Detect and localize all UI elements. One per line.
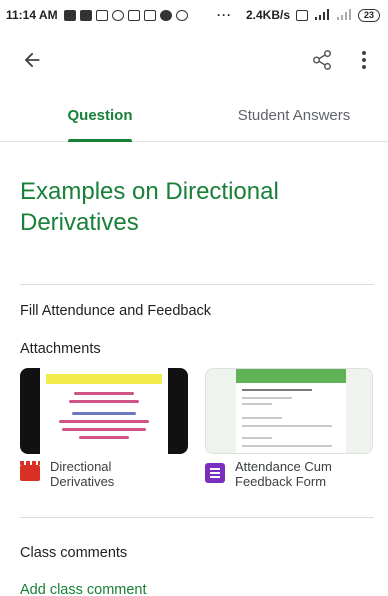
network-speed: 2.4KB/s (245, 8, 290, 22)
arrow-back-icon (24, 52, 40, 68)
question-description: Fill Attendunce and Feedback (20, 303, 212, 319)
share-icon (313, 50, 331, 70)
status-right: ··· 2.4KB/s 23 (217, 8, 380, 22)
add-class-comment-link[interactable]: Add class comment (20, 582, 147, 596)
divider (20, 284, 374, 285)
gmail-icon (143, 9, 156, 21)
gallery-icon (95, 9, 108, 21)
share-button[interactable] (308, 46, 336, 74)
notification-icons (63, 9, 188, 21)
whatsapp-icon (111, 9, 124, 21)
video-slide-image (40, 368, 168, 454)
form-attachment[interactable]: Attendance Cum Feedback Form (205, 459, 375, 489)
record-icon (159, 9, 172, 21)
attachment-name: Attendance Cum Feedback Form (235, 459, 332, 489)
back-button[interactable] (18, 46, 46, 74)
more-vert-icon (362, 51, 366, 69)
question-title: Examples on Directional Derivatives (20, 178, 279, 236)
tab-question[interactable]: Question (40, 96, 160, 142)
youtube-video-icon (20, 461, 40, 481)
app-bar (0, 38, 388, 82)
divider (20, 517, 374, 518)
message-icon (79, 9, 92, 21)
google-forms-icon (205, 463, 225, 483)
signal-icon (337, 9, 351, 20)
class-comments-heading: Class comments (20, 545, 128, 561)
calendar-icon (127, 9, 140, 21)
more-options-button[interactable] (354, 46, 374, 74)
attachments-heading: Attachments (20, 341, 101, 357)
message-icon (63, 9, 76, 21)
tab-bar: Question Student Answers (0, 96, 388, 142)
status-time: 11:14 AM (6, 8, 58, 22)
data-icon (296, 9, 308, 21)
status-bar: 11:14 AM ··· 2.4KB/s 23 (0, 0, 388, 30)
attachment-name: Directional Derivatives (50, 459, 115, 489)
form-attachment-thumbnail[interactable] (205, 368, 373, 454)
tab-student-answers[interactable]: Student Answers (214, 96, 374, 142)
video-attachment-thumbnail[interactable] (20, 368, 188, 454)
person-icon (175, 9, 188, 21)
battery-icon: 23 (358, 8, 380, 22)
form-preview-image (236, 383, 346, 453)
video-attachment[interactable]: Directional Derivatives (20, 459, 188, 489)
signal-icon (315, 9, 329, 20)
active-tab-indicator (68, 139, 132, 142)
more-notifications-icon: ··· (216, 8, 232, 22)
